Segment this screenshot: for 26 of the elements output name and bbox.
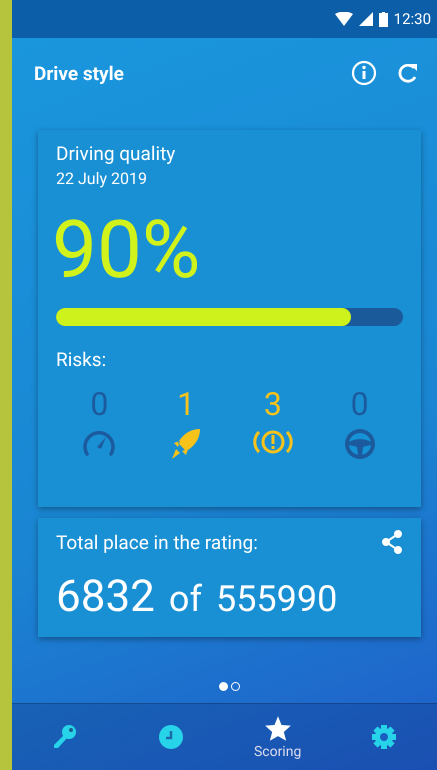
key-icon[interactable] bbox=[52, 724, 78, 750]
signal-icon bbox=[358, 12, 373, 26]
star-icon[interactable] bbox=[264, 714, 292, 742]
rating-of: of bbox=[168, 578, 202, 620]
risks-label: Risks: bbox=[56, 348, 108, 371]
page-indicator-dot[interactable] bbox=[219, 682, 228, 691]
rating-title: Total place in the rating: bbox=[56, 530, 258, 554]
steering-wheel-icon bbox=[342, 427, 377, 461]
nav-tab[interactable]: Scoring bbox=[224, 704, 331, 770]
refresh-icon[interactable] bbox=[397, 62, 419, 84]
rating-total: 555990 bbox=[216, 578, 338, 620]
risk-count: 1 bbox=[177, 385, 196, 423]
clock-icon[interactable] bbox=[158, 724, 184, 750]
status-time: 12:30 bbox=[394, 10, 431, 28]
settings-icon[interactable] bbox=[370, 724, 397, 750]
share-icon[interactable] bbox=[381, 530, 403, 554]
battery-icon bbox=[378, 12, 388, 26]
card-title: Driving quality bbox=[56, 142, 176, 165]
page-indicator-dot[interactable] bbox=[231, 682, 240, 691]
wifi-icon bbox=[334, 12, 353, 26]
quality-percent: 90% bbox=[52, 210, 202, 290]
risk-count: 3 bbox=[264, 385, 282, 423]
info-icon[interactable] bbox=[351, 60, 377, 86]
app-title: Drive style bbox=[34, 62, 125, 84]
rating-place: 6832 bbox=[56, 570, 155, 622]
card-date: 22 July 2019 bbox=[56, 169, 148, 188]
